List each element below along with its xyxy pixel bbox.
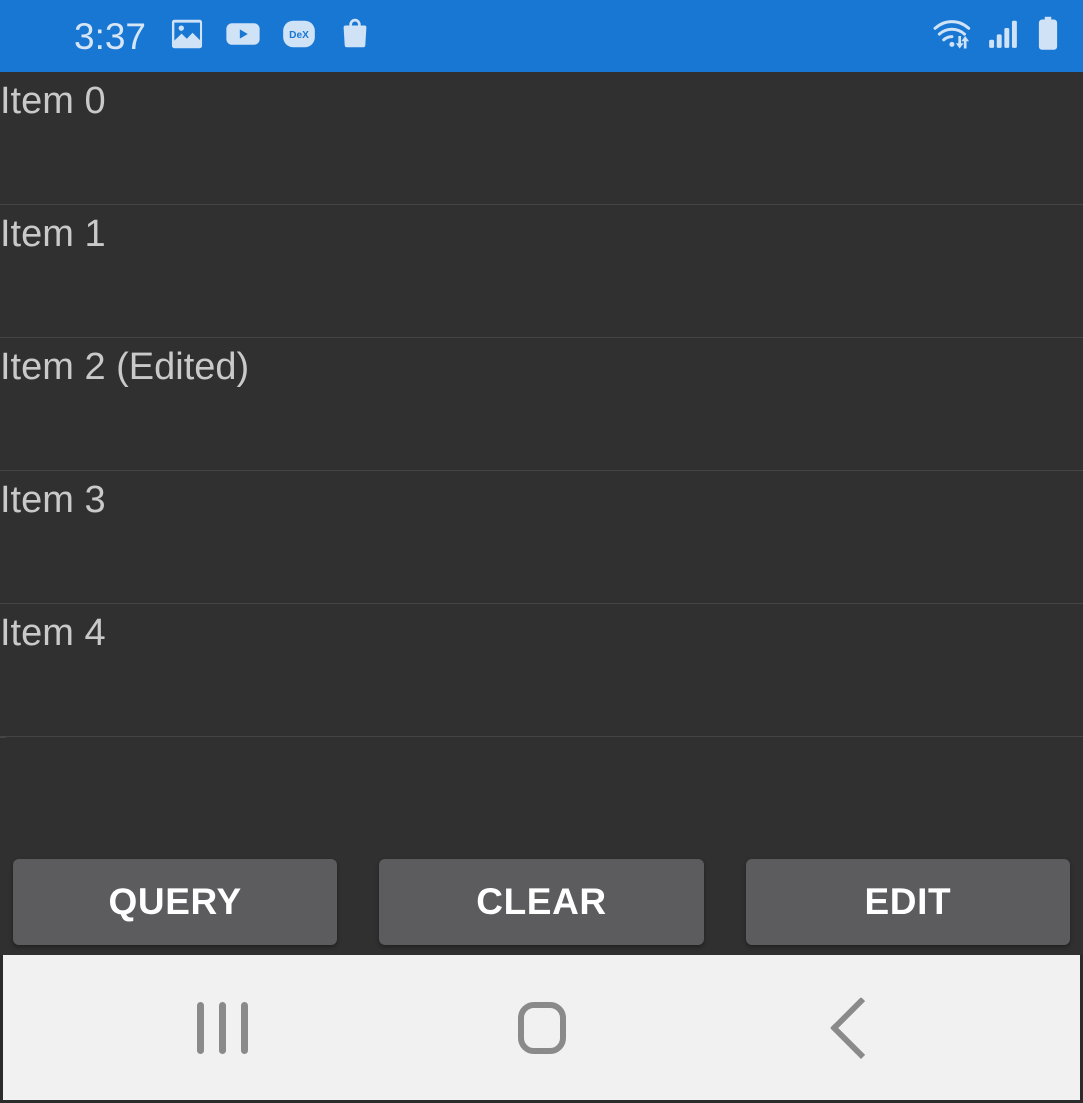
status-bar-left-group: 3:37 DeX bbox=[0, 15, 374, 58]
wifi-transfer-icon bbox=[931, 15, 975, 58]
list-item[interactable]: Item 4 bbox=[0, 604, 1083, 737]
list-item[interactable]: Item 1 bbox=[0, 205, 1083, 338]
battery-full-icon bbox=[1035, 14, 1061, 59]
cellular-signal-icon bbox=[987, 15, 1023, 58]
list-item-label: Item 1 bbox=[0, 213, 106, 255]
dex-icon: DeX bbox=[280, 15, 318, 58]
edit-button[interactable]: EDIT bbox=[745, 858, 1070, 945]
chevron-left-icon bbox=[829, 996, 892, 1059]
back-button[interactable] bbox=[791, 978, 931, 1078]
phone-screen: 3:37 DeX Item 0 Item 1 Item 2 (Edited) I… bbox=[0, 0, 1083, 1103]
status-bar: 3:37 DeX bbox=[0, 0, 1083, 72]
list-end-divider bbox=[0, 737, 6, 738]
list-item[interactable]: Item 3 bbox=[0, 471, 1083, 604]
query-button[interactable]: QUERY bbox=[13, 858, 338, 945]
list-item-label: Item 3 bbox=[0, 479, 106, 521]
home-icon bbox=[517, 1001, 566, 1054]
shopping-bag-icon bbox=[336, 15, 374, 58]
list-item[interactable]: Item 0 bbox=[0, 72, 1083, 205]
recents-button[interactable] bbox=[153, 978, 293, 1078]
list-item-label: Item 4 bbox=[0, 612, 106, 654]
status-bar-clock: 3:37 bbox=[74, 15, 147, 57]
svg-text:DeX: DeX bbox=[289, 30, 309, 41]
recents-icon bbox=[197, 1001, 248, 1054]
gallery-icon bbox=[168, 15, 206, 58]
system-navigation-bar bbox=[0, 955, 1083, 1103]
action-button-bar: QUERY CLEAR EDIT bbox=[0, 857, 1083, 955]
item-list[interactable]: Item 0 Item 1 Item 2 (Edited) Item 3 Ite… bbox=[0, 72, 1083, 857]
list-item-label: Item 2 (Edited) bbox=[0, 346, 250, 388]
list-item[interactable]: Item 2 (Edited) bbox=[0, 338, 1083, 471]
clear-button[interactable]: CLEAR bbox=[379, 858, 704, 945]
home-button[interactable] bbox=[472, 978, 612, 1078]
youtube-icon bbox=[224, 15, 262, 58]
list-item-label: Item 0 bbox=[0, 80, 106, 122]
status-bar-right-group bbox=[931, 14, 1061, 59]
